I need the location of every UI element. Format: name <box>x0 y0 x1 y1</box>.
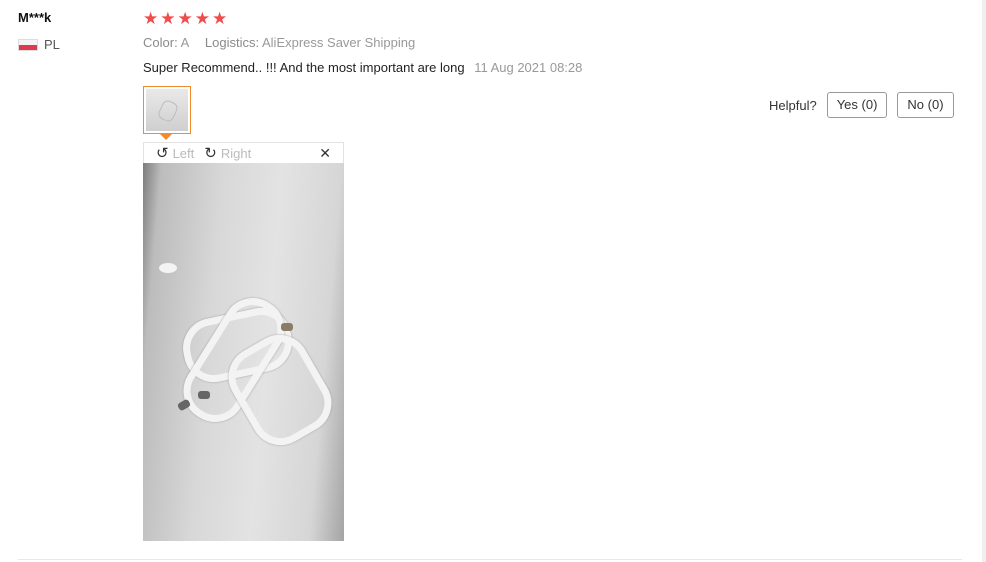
rotate-left-icon: ↺ <box>156 144 169 162</box>
thumbnail-selected-caret <box>160 134 172 140</box>
helpful-no-button[interactable]: No (0) <box>897 92 954 118</box>
color-label: Color: <box>143 35 178 50</box>
review-date: 11 Aug 2021 08:28 <box>474 60 583 75</box>
rotate-left-label: Left <box>172 145 195 161</box>
star-icon: ★ <box>212 9 228 28</box>
close-icon[interactable]: ✕ <box>319 145 331 162</box>
strap-clip <box>281 323 293 331</box>
color-value: A <box>180 35 190 50</box>
image-glare <box>159 263 177 273</box>
star-icon: ★ <box>177 9 193 28</box>
country-code: PL <box>44 37 60 52</box>
thumbnail-image <box>146 89 188 131</box>
review-text: Super Recommend.. !!! And the most impor… <box>143 60 465 75</box>
logistics-label: Logistics: <box>204 35 260 50</box>
page-right-edge <box>982 0 986 562</box>
reviewer-name: M***k <box>18 10 52 25</box>
star-icon: ★ <box>160 9 176 28</box>
poland-flag-icon <box>18 38 38 51</box>
rotate-right-label: Right <box>220 145 252 161</box>
helpful-vote: Helpful? Yes (0) No (0) <box>769 92 964 118</box>
review-image-enlarged <box>143 163 344 541</box>
reviewer-country: PL <box>18 37 60 52</box>
logistics-value: AliExpress Saver Shipping <box>262 35 416 50</box>
strap-clip <box>198 391 210 399</box>
review-body: Super Recommend.. !!! And the most impor… <box>143 60 582 75</box>
helpful-yes-button[interactable]: Yes (0) <box>826 92 888 118</box>
image-viewer-toolbar: ↺ Left ↻ Right ✕ <box>143 142 344 163</box>
star-icon: ★ <box>194 9 210 28</box>
helpful-label: Helpful? <box>769 97 817 113</box>
star-icon: ★ <box>143 9 159 28</box>
order-info: Color: A Logistics: AliExpress Saver Shi… <box>143 35 427 50</box>
rotate-right-icon: ↻ <box>204 144 217 162</box>
review-image-thumbnail[interactable] <box>143 86 191 134</box>
rotate-left-button[interactable]: ↺ Left <box>156 146 194 161</box>
rotate-right-button[interactable]: ↻ Right <box>204 146 251 161</box>
rating-stars: ★ ★ ★ ★ ★ <box>143 9 227 29</box>
review-divider <box>18 559 962 560</box>
